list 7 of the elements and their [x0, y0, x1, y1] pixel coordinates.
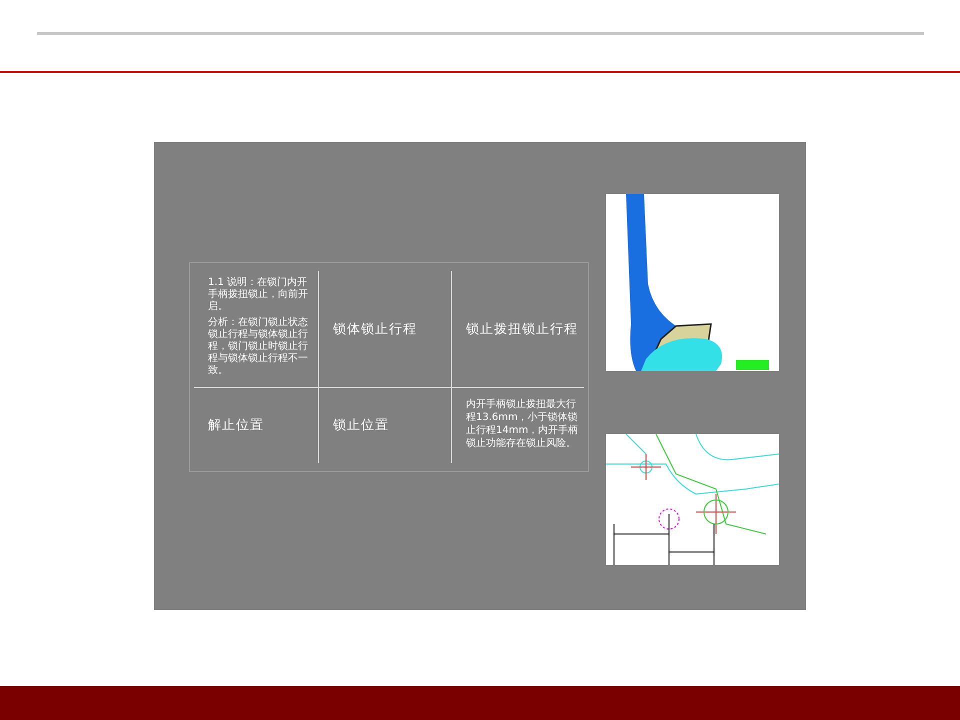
cell-note: 1.1 说明：在锁门内开手柄拨扭锁止，向前开启。 [208, 277, 308, 313]
cell-label: 解止位置 [208, 417, 265, 435]
cell-label: 锁止拨扭锁止行程 [466, 320, 579, 338]
cell-label: 锁止位置 [333, 417, 390, 435]
cell-note: 内开手柄锁止拨扭最大行程13.6mm，小于锁体锁止行程14mm，内开手柄锁止功能存在锁止风险。 [466, 398, 580, 450]
cell-note: 分析：在锁门锁止状态锁止行程与锁体锁止行程，锁门锁止时锁止行程与锁体锁止行程不一致。 [208, 317, 308, 377]
cell-label: 锁体锁止行程 [333, 320, 418, 338]
